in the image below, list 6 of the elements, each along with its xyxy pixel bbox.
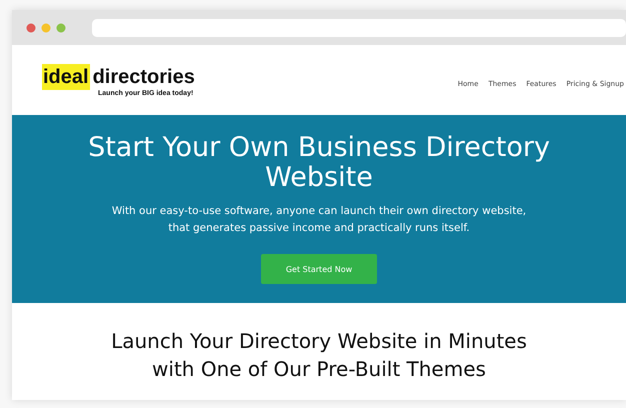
logo-highlight: ideal <box>42 64 90 90</box>
hero-subtitle: With our easy-to-use software, anyone can launch their own directory website, that generates passive income and practically runs itself. <box>110 204 528 236</box>
section-heading: Launch Your Directory Website in Minutes with One of Our Pre-Built Themes <box>110 328 528 383</box>
logo-wordmark: directories <box>92 64 195 88</box>
window-controls-icon[interactable] <box>26 22 68 32</box>
hero-title: Start Your Own Business Directory Website <box>87 133 551 193</box>
